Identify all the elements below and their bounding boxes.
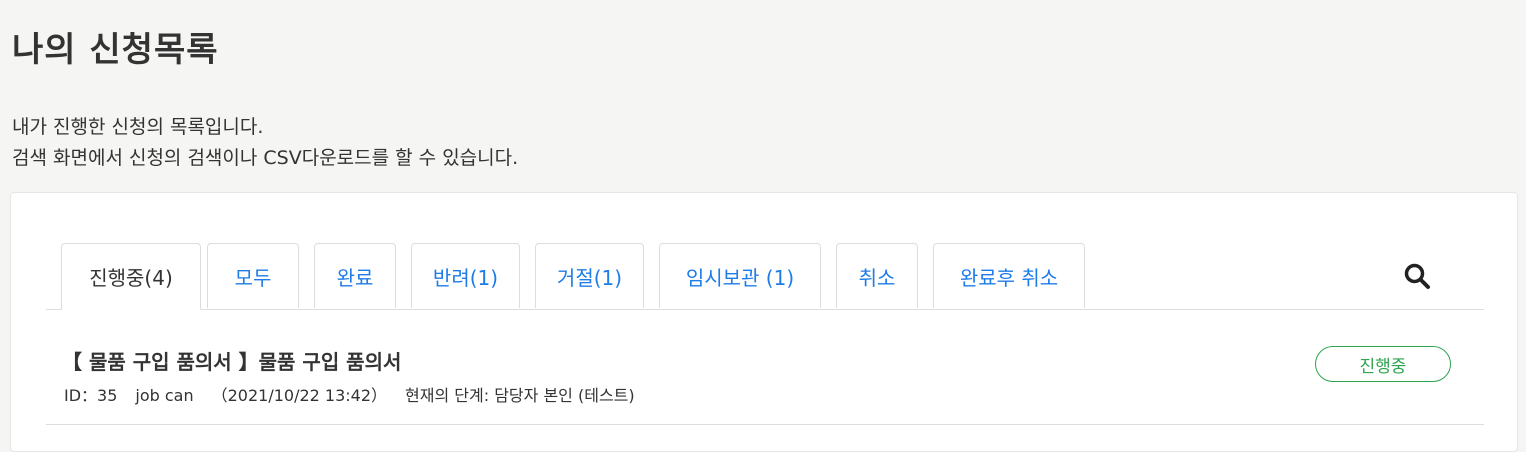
request-list-card: 진행중(4) 모두 완료 반려(1) 거절(1) 임시보관 (1) 취소 완료후…	[10, 192, 1518, 452]
page-description: 내가 진행한 신청의 목록입니다. 검색 화면에서 신청의 검색이나 CSV다운…	[12, 112, 518, 174]
tab-cancelled-after-completion[interactable]: 완료후 취소	[933, 243, 1085, 308]
request-applicant: job can	[135, 386, 194, 405]
tab-completed[interactable]: 완료	[314, 243, 396, 308]
search-icon	[1404, 263, 1430, 289]
tab-cancelled[interactable]: 취소	[836, 243, 918, 308]
search-button[interactable]	[1399, 258, 1435, 294]
request-title[interactable]: 【 물품 구입 품의서 】물품 구입 품의서	[62, 346, 401, 375]
request-id: ID：35	[64, 386, 118, 405]
tab-all[interactable]: 모두	[207, 243, 299, 308]
request-list-item[interactable]: 【 물품 구입 품의서 】물품 구입 품의서 ID：35 job can （2021…	[46, 310, 1484, 425]
request-stage: 현재의 단계: 담당자 본인 (테스트)	[405, 386, 635, 405]
request-datetime: （2021/10/22 13:42）	[211, 386, 388, 405]
page-title: 나의 신청목록	[12, 30, 219, 70]
tab-returned[interactable]: 반려(1)	[411, 243, 520, 308]
description-line-2: 검색 화면에서 신청의 검색이나 CSV다운로드를 할 수 있습니다.	[12, 147, 519, 169]
status-tabs: 진행중(4) 모두 완료 반려(1) 거절(1) 임시보관 (1) 취소 완료후…	[46, 243, 1484, 310]
tab-rejected[interactable]: 거절(1)	[535, 243, 644, 308]
request-meta: ID：35 job can （2021/10/22 13:42） 현재의 단계: 담당…	[64, 382, 653, 406]
description-line-1: 내가 진행한 신청의 목록입니다.	[12, 116, 264, 138]
tab-draft[interactable]: 임시보관 (1)	[659, 243, 821, 308]
tab-in-progress[interactable]: 진행중(4)	[61, 243, 201, 310]
status-badge: 진행중	[1315, 346, 1451, 382]
